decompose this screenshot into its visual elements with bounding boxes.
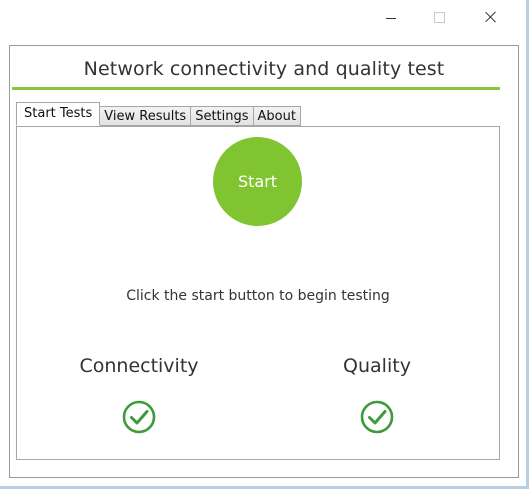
tab-start-tests[interactable]: Start Tests (16, 102, 101, 126)
tab-about[interactable]: About (253, 106, 301, 126)
app-content-frame: Network connectivity and quality test St… (9, 45, 519, 478)
app-window: Network connectivity and quality test St… (0, 0, 528, 488)
connectivity-label: Connectivity (79, 355, 199, 377)
title-divider (12, 87, 500, 90)
close-button[interactable] (468, 4, 514, 30)
tab-bar: Start Tests View Results Settings About (16, 102, 301, 126)
tab-settings[interactable]: Settings (191, 106, 254, 126)
minimize-button[interactable] (368, 4, 414, 30)
quality-label: Quality (343, 355, 411, 377)
check-circle-icon (360, 400, 394, 434)
maximize-button[interactable] (416, 4, 462, 30)
minimize-icon (386, 17, 396, 19)
page-title: Network connectivity and quality test (83, 58, 445, 80)
close-icon (485, 11, 497, 23)
start-tests-panel: Start Click the start button to begin te… (16, 126, 500, 460)
check-circle-icon (122, 400, 156, 434)
maximize-icon (433, 11, 445, 23)
start-button[interactable]: Start (213, 137, 302, 226)
instruction-text: Click the start button to begin testing (126, 288, 390, 304)
tab-view-results[interactable]: View Results (100, 106, 192, 126)
